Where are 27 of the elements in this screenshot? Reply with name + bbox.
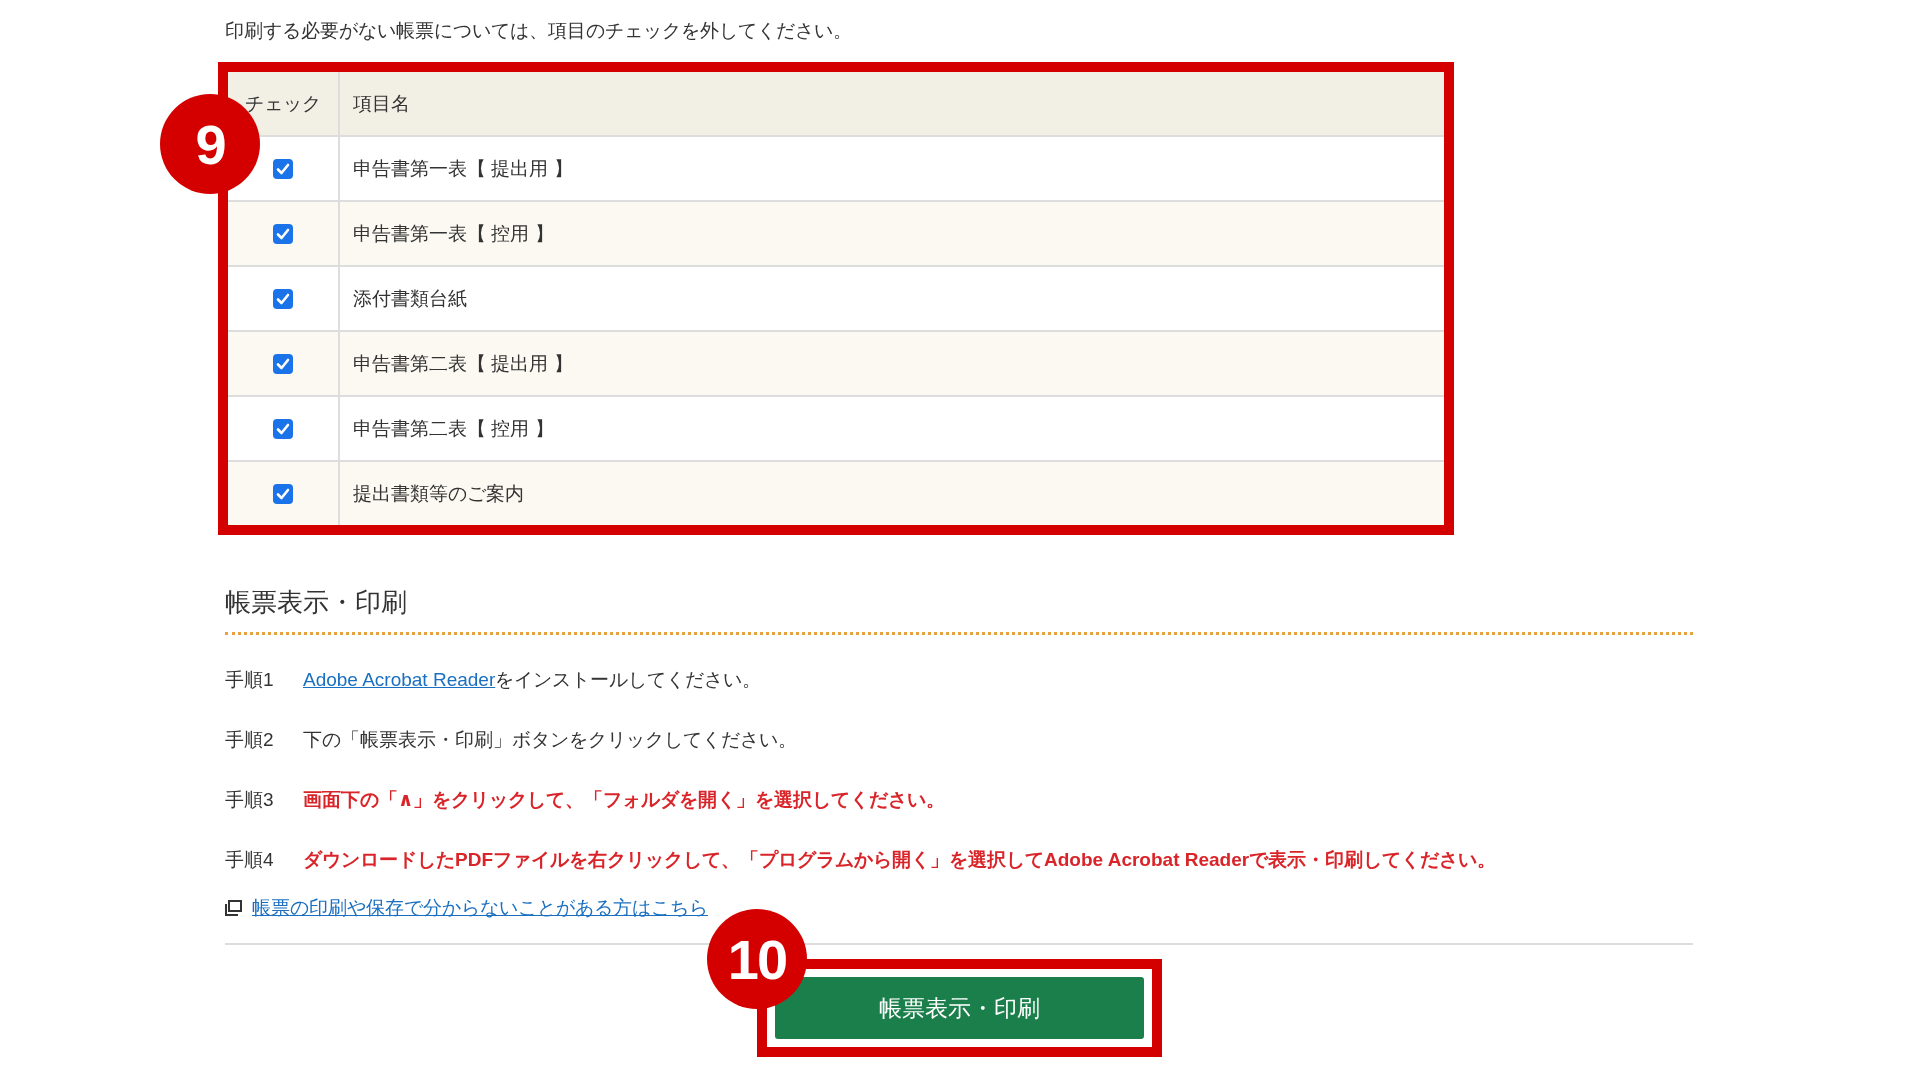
- checkbox[interactable]: [273, 224, 293, 245]
- column-header: 項目名: [339, 72, 1444, 136]
- table-cell: 提出書類等のご案内: [339, 461, 1444, 525]
- section-heading: 帳票表示・印刷: [225, 585, 1693, 635]
- table-cell: 申告書第二表【 提出用 】: [339, 331, 1444, 396]
- table-cell: 申告書第二表【 控用 】: [339, 396, 1444, 461]
- step-label: 手順1: [225, 668, 275, 692]
- window-icon: [225, 900, 242, 916]
- step-text: をインストールしてください。: [495, 668, 762, 692]
- help-link[interactable]: 帳票の印刷や保存で分からないことがある方はこちら: [252, 895, 708, 921]
- step-text: ダウンロードしたPDFファイルを右クリックして、「プログラムから開く」を選択してAdobe Acrobat Readerで表示・印刷してください。: [303, 848, 1497, 872]
- table-cell: 申告書第一表【 控用 】: [339, 201, 1444, 266]
- number-badge: 10: [707, 909, 807, 1009]
- checkbox[interactable]: [273, 419, 293, 440]
- checkbox[interactable]: [273, 159, 293, 180]
- checkbox[interactable]: [273, 354, 293, 375]
- step-label: 手順3: [225, 788, 275, 812]
- step-text: 下の「帳票表示・印刷」ボタンをクリックしてください。: [303, 728, 797, 752]
- table-cell: 申告書第一表【 提出用 】: [339, 136, 1444, 201]
- step-label: 手順2: [225, 728, 275, 752]
- reader-link[interactable]: Adobe Acrobat Reader: [303, 665, 496, 695]
- step-text: 画面下の「∧」をクリックして、「フォルダを開く」を選択してください。: [303, 788, 946, 812]
- instruction-text: 印刷する必要がない帳票については、項目のチェックを外してください。: [225, 19, 853, 43]
- table-cell: 添付書類台紙: [339, 266, 1444, 331]
- checkbox[interactable]: [273, 289, 293, 310]
- step-label: 手順4: [225, 848, 275, 872]
- checkbox[interactable]: [273, 484, 293, 505]
